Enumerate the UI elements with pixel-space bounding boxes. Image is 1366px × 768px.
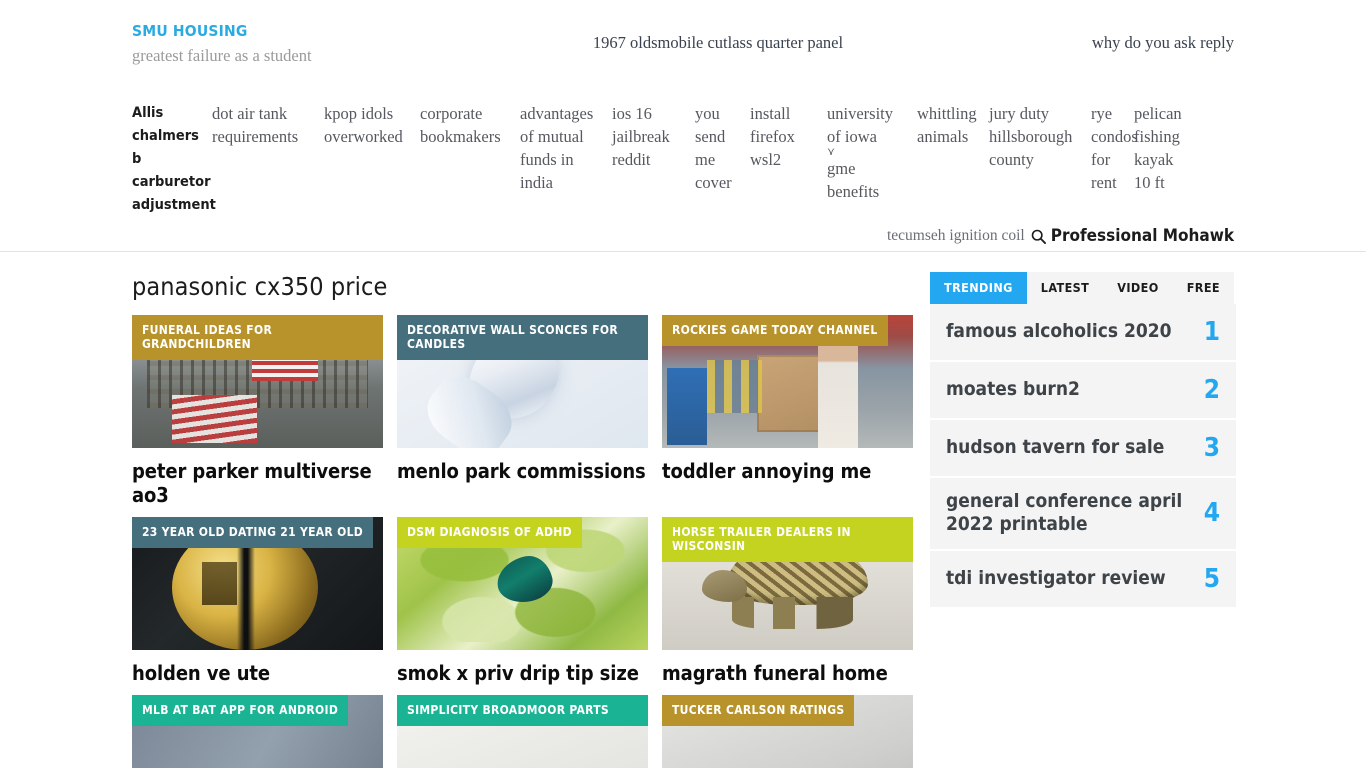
person: [817, 336, 858, 448]
trending-title: tdi investigator review: [946, 567, 1166, 589]
content-area: panasonic cx350 price FUNERAL IDEAS FOR …: [0, 252, 1366, 768]
article-tag[interactable]: TUCKER CARLSON RATINGS: [662, 695, 855, 726]
article-card[interactable]: DSM DIAGNOSIS OF ADHD smok x priv drip t…: [397, 517, 648, 685]
article-tag[interactable]: 23 YEAR OLD DATING 21 YEAR OLD: [132, 517, 374, 548]
article-thumbnail[interactable]: DSM DIAGNOSIS OF ADHD: [397, 517, 648, 650]
trending-title: famous alcoholics 2020: [946, 320, 1172, 342]
article-grid: FUNERAL IDEAS FOR GRANDCHILDREN peter pa…: [132, 315, 914, 768]
article-thumbnail[interactable]: HORSE TRAILER DEALERS IN WISCONSIN: [662, 517, 913, 650]
article-tag[interactable]: FUNERAL IDEAS FOR GRANDCHILDREN: [132, 315, 383, 360]
article-tag[interactable]: DECORATIVE WALL SCONCES FOR CANDLES: [397, 315, 648, 360]
nav-item-install-firefox-wsl2[interactable]: install firefox wsl2: [750, 102, 827, 171]
trending-rank: 1: [1203, 316, 1220, 347]
chevron-down-icon[interactable]: ⋎: [827, 147, 895, 158]
article-card[interactable]: FUNERAL IDEAS FOR GRANDCHILDREN peter pa…: [132, 315, 383, 507]
nav-item-kpop-idols[interactable]: kpop idols overworked: [324, 102, 420, 148]
article-title[interactable]: magrath funeral home: [662, 661, 913, 685]
article-title[interactable]: toddler annoying me: [662, 459, 913, 483]
tortoise-legs: [732, 596, 853, 629]
nav-item-advantages-mutual-funds[interactable]: advantages of mutual funds in india: [520, 102, 612, 194]
list-item[interactable]: famous alcoholics 2020 1: [930, 304, 1236, 362]
site-header: SMU HOUSING greatest failure as a studen…: [0, 0, 1366, 86]
nav-item-you-send-me-cover[interactable]: you send me cover: [695, 102, 750, 194]
article-tag[interactable]: HORSE TRAILER DEALERS IN WISCONSIN: [662, 517, 913, 562]
article-thumbnail[interactable]: SIMPLICITY BROADMOOR PARTS: [397, 695, 648, 768]
search-label[interactable]: Professional Mohawk: [1051, 226, 1234, 246]
trending-rank: 2: [1203, 374, 1220, 405]
brand-title: SMU HOUSING: [132, 22, 248, 40]
search-hint-text[interactable]: tecumseh ignition coil: [887, 227, 1031, 245]
article-thumbnail[interactable]: FUNERAL IDEAS FOR GRANDCHILDREN: [132, 315, 383, 448]
nav-item-whittling-animals[interactable]: whittling animals: [917, 102, 989, 148]
article-card[interactable]: MLB AT BAT APP FOR ANDROID: [132, 695, 383, 768]
nav-item-ios-16-jailbreak[interactable]: ios 16 jailbreak reddit: [612, 102, 695, 171]
article-card[interactable]: DECORATIVE WALL SCONCES FOR CANDLES menl…: [397, 315, 648, 507]
tab-video[interactable]: VIDEO: [1103, 272, 1173, 304]
header-center-link[interactable]: 1967 oldsmobile cutlass quarter panel: [532, 22, 904, 53]
nav-item-corporate-bookmakers[interactable]: corporate bookmakers: [420, 102, 520, 148]
nav-item-jury-duty[interactable]: jury duty hillsborough county: [989, 102, 1091, 171]
sidebar: TRENDING LATEST VIDEO FREE famous alcoho…: [930, 272, 1236, 768]
article-thumbnail[interactable]: TUCKER CARLSON RATINGS: [662, 695, 913, 768]
trending-title: moates burn2: [946, 378, 1080, 400]
article-thumbnail[interactable]: ROCKIES GAME TODAY CHANNEL: [662, 315, 913, 448]
page-root: SMU HOUSING greatest failure as a studen…: [0, 0, 1366, 768]
nav-item-allis-chalmers[interactable]: Allis chalmers b carburetor adjustment: [132, 102, 216, 217]
nav-list: Allis chalmers b carburetor adjustment d…: [132, 86, 1234, 221]
list-item[interactable]: hudson tavern for sale 3: [930, 420, 1236, 478]
article-thumbnail[interactable]: MLB AT BAT APP FOR ANDROID: [132, 695, 383, 768]
tab-latest[interactable]: LATEST: [1026, 272, 1104, 304]
article-card[interactable]: 23 YEAR OLD DATING 21 YEAR OLD holden ve…: [132, 517, 383, 685]
list-item[interactable]: moates burn2 2: [930, 362, 1236, 420]
article-title[interactable]: menlo park commissions: [397, 459, 648, 483]
article-card[interactable]: TUCKER CARLSON RATINGS: [662, 695, 913, 768]
tab-free[interactable]: FREE: [1172, 272, 1235, 304]
article-card[interactable]: HORSE TRAILER DEALERS IN WISCONSIN magra…: [662, 517, 913, 685]
nav-item-rye-condos[interactable]: rye condos for rent: [1091, 102, 1138, 194]
tab-trending[interactable]: TRENDING: [930, 272, 1027, 304]
article-title[interactable]: smok x priv drip tip size: [397, 661, 648, 685]
article-card[interactable]: ROCKIES GAME TODAY CHANNEL toddler annoy…: [662, 315, 913, 507]
trending-title: hudson tavern for sale: [946, 436, 1165, 458]
header-right-link[interactable]: why do you ask reply: [904, 22, 1234, 53]
article-title[interactable]: holden ve ute: [132, 661, 383, 685]
nav-item-label: university of iowa: [827, 104, 893, 146]
article-tag[interactable]: MLB AT BAT APP FOR ANDROID: [132, 695, 349, 726]
nav-item-sublabel: gme benefits: [827, 159, 880, 201]
main-navigation: Allis chalmers b carburetor adjustment d…: [0, 86, 1366, 221]
list-item[interactable]: tdi investigator review 5: [930, 551, 1236, 609]
article-tag[interactable]: SIMPLICITY BROADMOOR PARTS: [397, 695, 648, 726]
trending-list: famous alcoholics 2020 1 moates burn2 2 …: [930, 304, 1236, 609]
nav-item-pelican-fishing-kayak[interactable]: pelican fishing kayak 10 ft: [1134, 102, 1192, 194]
coin-symbol: [202, 562, 238, 605]
article-title[interactable]: peter parker multiverse ao3: [132, 459, 383, 507]
nav-item-dot-air-tank[interactable]: dot air tank requirements: [212, 102, 324, 148]
search-icon[interactable]: [1031, 229, 1051, 244]
trending-rank: 4: [1203, 498, 1220, 528]
list-item[interactable]: general conference april 2022 printable …: [930, 478, 1236, 551]
search-bar: tecumseh ignition coil Professional Moha…: [0, 221, 1366, 252]
article-card[interactable]: SIMPLICITY BROADMOOR PARTS: [397, 695, 648, 768]
trending-rank: 3: [1203, 432, 1220, 463]
brand-tagline: greatest failure as a student: [132, 45, 312, 65]
page-title: panasonic cx350 price: [132, 272, 388, 301]
article-thumbnail[interactable]: 23 YEAR OLD DATING 21 YEAR OLD: [132, 517, 383, 650]
brand[interactable]: SMU HOUSING greatest failure as a studen…: [132, 22, 532, 66]
article-tag[interactable]: ROCKIES GAME TODAY CHANNEL: [662, 315, 888, 346]
american-flag: [172, 394, 258, 443]
trending-title: general conference april 2022 printable: [946, 490, 1183, 535]
main-column: panasonic cx350 price FUNERAL IDEAS FOR …: [132, 272, 914, 768]
article-thumbnail[interactable]: DECORATIVE WALL SCONCES FOR CANDLES: [397, 315, 648, 448]
nav-item-university-of-iowa[interactable]: university of iowa ⋎ gme benefits: [827, 102, 917, 203]
article-tag[interactable]: DSM DIAGNOSIS OF ADHD: [397, 517, 582, 548]
crowd: [707, 360, 763, 414]
sidebar-tabs: TRENDING LATEST VIDEO FREE: [930, 272, 1236, 304]
trending-rank: 5: [1203, 563, 1220, 594]
